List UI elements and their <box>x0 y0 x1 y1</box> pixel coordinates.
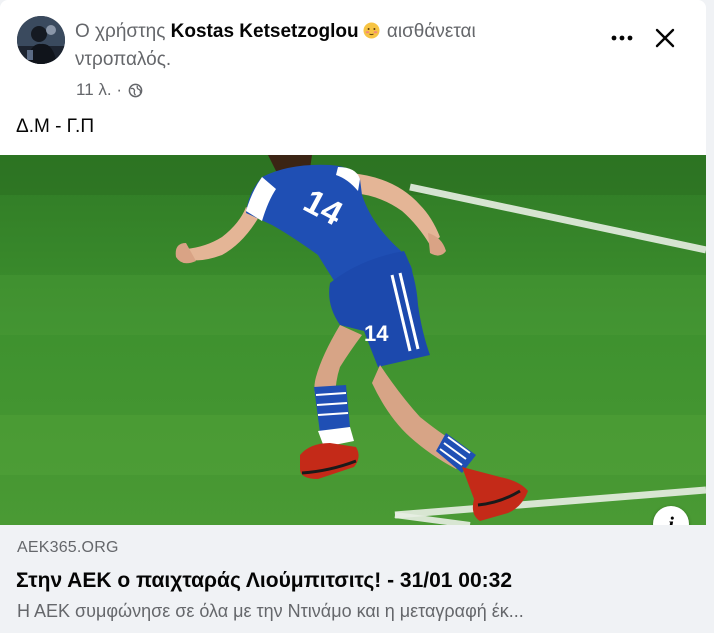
globe-icon <box>128 83 143 98</box>
close-post-button[interactable] <box>647 20 683 56</box>
more-dots-icon <box>611 35 633 41</box>
author-avatar[interactable] <box>17 16 65 64</box>
shorts-number: 14 <box>364 321 389 346</box>
link-preview-box[interactable]: AEK365.ORG Στην ΑΕΚ ο παιχταράς Λιούμπιτ… <box>0 525 706 633</box>
post-meta: 11 λ. · <box>76 80 143 100</box>
link-title[interactable]: Στην ΑΕΚ ο παιχταράς Λιούμπιτσιτς! - 31/… <box>16 569 512 593</box>
page-background-edge <box>706 0 714 633</box>
close-icon <box>655 28 675 48</box>
post-text: Δ.Μ - Γ.Π <box>16 116 95 137</box>
avatar-image <box>17 16 65 64</box>
headline-prefix: Ο χρήστης <box>75 21 166 42</box>
author-name-link[interactable]: Kostas Ketsetzoglou <box>171 21 359 42</box>
post-timestamp[interactable]: 11 λ. · <box>76 80 122 100</box>
post-card: Ο χρήστης Kostas Ketsetzoglou αισθάνεται… <box>0 0 706 633</box>
link-preview-image[interactable]: 14 14 <box>0 155 706 525</box>
link-description: Η ΑΕΚ συμφώνησε σε όλα με την Ντινάμο κα… <box>17 601 524 621</box>
football-player-photo: 14 14 <box>0 155 706 525</box>
post-headline: Ο χρήστης Kostas Ketsetzoglou αισθάνεται… <box>75 18 575 74</box>
link-domain: AEK365.ORG <box>17 539 119 556</box>
shy-face-emoji-icon <box>363 20 380 39</box>
more-options-button[interactable] <box>604 22 640 54</box>
